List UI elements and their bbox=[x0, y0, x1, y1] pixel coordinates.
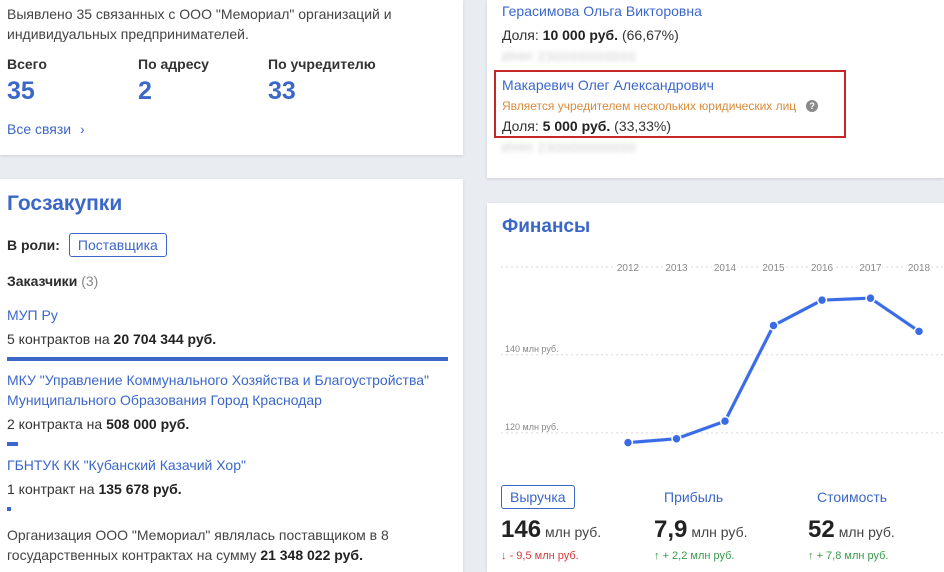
stat-value: 33 bbox=[268, 77, 296, 105]
customer-contracts: 5 контрактов на bbox=[7, 331, 110, 347]
customer-name-link[interactable]: МКУ "Управление Коммунального Хозяйства … bbox=[7, 370, 452, 410]
customer-item: ГБНТУК КК "Кубанский Казачий Хор" 1 конт… bbox=[7, 455, 452, 511]
all-links-label: Все связи bbox=[7, 121, 72, 137]
x-tick-label: 2012 bbox=[617, 263, 640, 274]
metric-value: 7,9 bbox=[654, 516, 688, 543]
stat-total[interactable]: Всего 35 bbox=[7, 56, 47, 106]
share-amount: 10 000 руб. bbox=[542, 27, 619, 43]
data-point bbox=[768, 320, 779, 331]
role-label: В роли: bbox=[7, 237, 60, 253]
stat-by-founder[interactable]: По учредителю 33 bbox=[268, 56, 376, 106]
founder-item: Герасимова Ольга Викторовна Доля: 10 000… bbox=[502, 1, 702, 67]
customer-summary: 2 контракта на 508 000 руб. bbox=[7, 414, 452, 434]
arrow-down-icon: ↓ bbox=[501, 550, 507, 562]
stat-label: По адресу bbox=[138, 56, 209, 72]
customer-share-bar bbox=[7, 357, 448, 361]
finance-title: Финансы bbox=[502, 216, 591, 237]
metric-value-cost: 52 млн руб. ↑ + 7,8 млн руб. bbox=[808, 516, 895, 562]
chevron-right-icon: › bbox=[80, 121, 85, 137]
arrow-up-icon: ↑ bbox=[654, 550, 660, 562]
y-tick-label: 140 млн руб. bbox=[505, 344, 559, 354]
customer-item: МКУ "Управление Коммунального Хозяйства … bbox=[7, 370, 452, 446]
customer-amount: 135 678 руб. bbox=[98, 481, 182, 497]
metric-change: ↓ - 9,5 млн руб. bbox=[501, 550, 601, 562]
x-tick-label: 2017 bbox=[859, 263, 882, 274]
metric-value: 146 bbox=[501, 516, 542, 543]
role-row: В роли: Поставщика bbox=[7, 233, 167, 257]
metric-value: 52 bbox=[808, 516, 835, 543]
tab-revenue[interactable]: Выручка bbox=[501, 485, 575, 509]
data-point bbox=[913, 326, 925, 337]
x-tick-label: 2013 bbox=[665, 263, 688, 274]
zakupki-card: Госзакупки В роли: Поставщика Заказчики … bbox=[0, 179, 463, 572]
finance-line-chart: 2012 2013 2014 2015 2016 2017 2018 120 млн руб.… bbox=[501, 261, 944, 448]
metric-change: ↑ + 2,2 млн руб. bbox=[654, 550, 747, 562]
stat-by-address[interactable]: По адресу 2 bbox=[138, 56, 209, 106]
finance-card: Финансы 2012 2013 2014 2015 2016 2017 2018 120 … bbox=[487, 203, 944, 572]
note-amount: 21 348 022 руб. bbox=[260, 547, 363, 563]
founder-name-link[interactable]: Герасимова Ольга Викторовна bbox=[502, 1, 702, 21]
customer-name-link[interactable]: МУП Ру bbox=[7, 305, 452, 325]
stat-value: 2 bbox=[138, 77, 152, 105]
data-point bbox=[671, 433, 682, 444]
metric-profit: 7,9 млн руб. ↑ + 2,2 млн руб. bbox=[654, 516, 747, 562]
founder-inn-blurred: ИНН 230000000000 bbox=[502, 49, 637, 64]
change-text: + 2,2 млн руб. bbox=[662, 550, 735, 562]
stat-label: По учредителю bbox=[268, 56, 376, 72]
customer-share-bar bbox=[7, 507, 11, 511]
arrow-up-icon: ↑ bbox=[808, 550, 814, 562]
zakupki-note: Организация ООО "Мемориал" являлась пост… bbox=[7, 525, 452, 565]
metric-unit: млн руб. bbox=[545, 524, 602, 540]
change-text: - 9,5 млн руб. bbox=[509, 550, 579, 562]
customer-summary: 1 контракт на 135 678 руб. bbox=[7, 479, 452, 499]
x-tick-label: 2018 bbox=[908, 263, 931, 274]
tab-profit[interactable]: Прибыль bbox=[664, 489, 723, 505]
metric-revenue: 146 млн руб. ↓ - 9,5 млн руб. bbox=[501, 516, 601, 562]
data-point bbox=[622, 437, 634, 448]
all-links-link[interactable]: Все связи › bbox=[7, 121, 85, 137]
links-intro: Выявлено 35 связанных с ООО "Мемориал" о… bbox=[7, 6, 392, 42]
metric-unit: млн руб. bbox=[838, 524, 895, 540]
customers-label: Заказчики bbox=[7, 273, 78, 289]
x-tick-label: 2016 bbox=[811, 263, 834, 274]
customer-summary: 5 контрактов на 20 704 344 руб. bbox=[7, 329, 452, 349]
metric-change: ↑ + 7,8 млн руб. bbox=[808, 550, 895, 562]
customer-amount: 20 704 344 руб. bbox=[113, 331, 217, 347]
customer-amount: 508 000 руб. bbox=[106, 416, 190, 432]
tab-value[interactable]: Стоимость bbox=[817, 489, 887, 505]
share-percent: (66,67%) bbox=[621, 27, 679, 43]
stat-value: 35 bbox=[7, 77, 35, 105]
data-point bbox=[865, 292, 876, 304]
customer-item: МУП Ру 5 контрактов на 20 704 344 руб. bbox=[7, 305, 452, 361]
customer-contracts: 2 контракта на bbox=[7, 416, 103, 432]
links-card: Выявлено 35 связанных с ООО "Мемориал" о… bbox=[0, 0, 463, 155]
founder-highlight-frame bbox=[494, 70, 846, 138]
x-tick-label: 2014 bbox=[714, 263, 737, 274]
x-tick-label: 2015 bbox=[762, 263, 785, 274]
zakupki-title: Госзакупки bbox=[7, 192, 123, 215]
y-tick-label: 120 млн руб. bbox=[505, 422, 559, 432]
role-supplier-button[interactable]: Поставщика bbox=[68, 233, 167, 257]
data-point bbox=[816, 294, 828, 306]
customer-contracts: 1 контракт на bbox=[7, 481, 95, 497]
stat-label: Всего bbox=[7, 56, 47, 72]
customers-count: (3) bbox=[81, 273, 99, 289]
customer-name-link[interactable]: ГБНТУК КК "Кубанский Казачий Хор" bbox=[7, 455, 452, 475]
data-point bbox=[719, 415, 731, 427]
founder-inn-blurred: ИНН 230000000000 bbox=[502, 140, 637, 155]
share-label: Доля: bbox=[502, 27, 539, 43]
customer-share-bar bbox=[7, 442, 19, 446]
change-text: + 7,8 млн руб. bbox=[816, 550, 889, 562]
founder-share: Доля: 10 000 руб. (66,67%) bbox=[502, 25, 702, 45]
metric-unit: млн руб. bbox=[691, 524, 748, 540]
series-line-glow bbox=[627, 296, 921, 445]
series-line bbox=[626, 296, 921, 445]
customers-heading: Заказчики (3) bbox=[7, 273, 98, 289]
